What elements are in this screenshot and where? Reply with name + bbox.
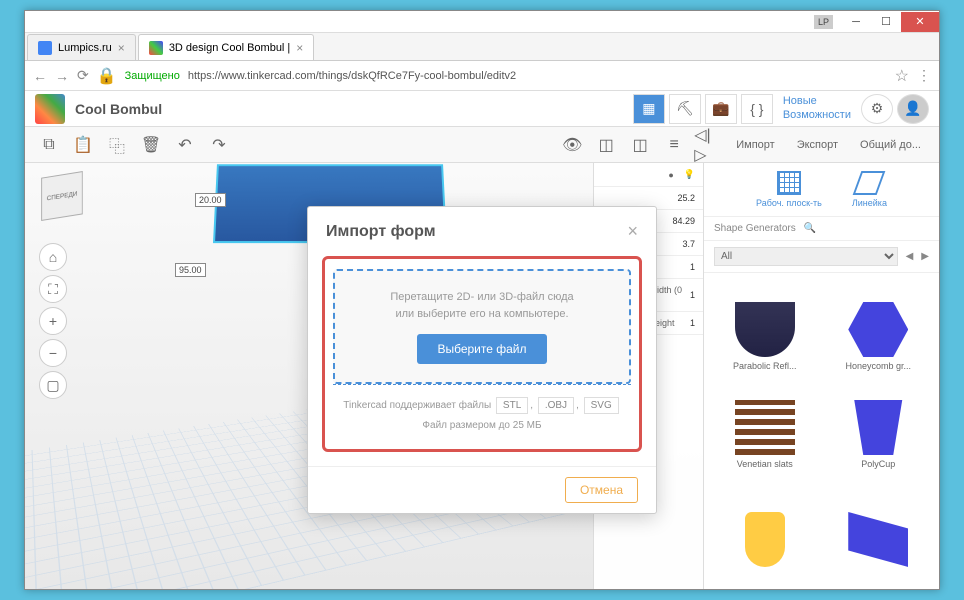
reload-icon[interactable]: ⟳ xyxy=(77,67,89,84)
import-modal: Импорт форм × Перетащите 2D- или 3D-файл… xyxy=(307,206,657,514)
modal-title: Импорт форм xyxy=(326,223,436,241)
favicon-icon xyxy=(38,41,52,55)
format-obj: .OBJ xyxy=(538,397,574,414)
drop-text-2: или выберите его на компьютере. xyxy=(345,306,619,323)
format-stl: STL xyxy=(496,397,528,414)
size-text: Файл размером до 25 МБ xyxy=(333,420,631,431)
drop-zone[interactable]: Перетащите 2D- или 3D-файл сюда или выбе… xyxy=(333,269,631,384)
forward-icon[interactable]: → xyxy=(55,68,69,84)
drop-text-1: Перетащите 2D- или 3D-файл сюда xyxy=(345,289,619,306)
highlight-box: Перетащите 2D- или 3D-файл сюда или выбе… xyxy=(322,256,642,452)
tab-lumpics[interactable]: Lumpics.ru × xyxy=(27,34,136,60)
menu-icon[interactable]: ⋮ xyxy=(917,67,931,84)
back-icon[interactable]: ← xyxy=(33,68,47,84)
modal-close-icon[interactable]: × xyxy=(627,221,638,242)
minimize-button[interactable]: ─ xyxy=(841,12,871,32)
tinkercad-app: Cool Bombul ▦ ⛏ 💼 { } НовыеВозможности ⚙… xyxy=(25,91,939,589)
url-field[interactable]: https://www.tinkercad.com/things/dskQfRC… xyxy=(188,70,887,82)
address-bar: ← → ⟳ 🔒 Защищено https://www.tinkercad.c… xyxy=(25,61,939,91)
tab-title: Lumpics.ru xyxy=(58,42,112,54)
tab-close-icon[interactable]: × xyxy=(118,41,125,55)
favicon-icon xyxy=(149,41,163,55)
modal-overlay: Импорт форм × Перетащите 2D- или 3D-файл… xyxy=(25,91,939,589)
maximize-button[interactable]: ☐ xyxy=(871,12,901,32)
tab-title: 3D design Cool Bombul | xyxy=(169,42,290,54)
support-text: Tinkercad поддерживает файлы STL, .OBJ, … xyxy=(333,384,631,435)
bookmark-icon[interactable]: ☆ xyxy=(895,66,909,86)
format-svg: SVG xyxy=(584,397,619,414)
browser-window: LP ─ ☐ ✕ Lumpics.ru × 3D design Cool Bom… xyxy=(24,10,940,590)
tab-tinkercad[interactable]: 3D design Cool Bombul | × xyxy=(138,34,315,60)
secure-label: Защищено xyxy=(125,70,180,82)
lock-icon: 🔒 xyxy=(97,66,117,86)
titlebar: LP ─ ☐ ✕ xyxy=(25,11,939,33)
choose-file-button[interactable]: Выберите файл xyxy=(417,334,546,364)
browser-tabs: Lumpics.ru × 3D design Cool Bombul | × xyxy=(25,33,939,61)
lp-badge: LP xyxy=(814,15,833,29)
close-button[interactable]: ✕ xyxy=(901,12,939,32)
cancel-button[interactable]: Отмена xyxy=(565,477,638,503)
tab-close-icon[interactable]: × xyxy=(296,41,303,55)
